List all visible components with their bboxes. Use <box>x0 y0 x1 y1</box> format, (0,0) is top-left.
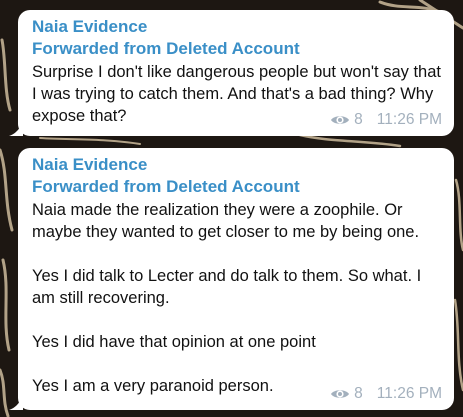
message-meta: 8 11:26 PM <box>330 111 442 129</box>
message-bubble[interactable]: Naia Evidence Forwarded from Deleted Acc… <box>9 10 454 136</box>
view-count: 8 <box>354 111 363 128</box>
message-time: 11:26 PM <box>376 111 442 128</box>
eye-icon <box>331 116 350 124</box>
sender-name[interactable]: Naia Evidence <box>32 154 442 176</box>
eye-icon <box>331 390 350 398</box>
message-meta: 8 11:26 PM <box>330 385 442 403</box>
sender-name[interactable]: Naia Evidence <box>32 16 442 38</box>
bubble-tail <box>9 122 23 136</box>
forwarded-from-label[interactable]: Forwarded from Deleted Account <box>32 38 442 60</box>
view-count: 8 <box>354 385 363 402</box>
message-bubble[interactable]: Naia Evidence Forwarded from Deleted Acc… <box>9 148 454 410</box>
forwarded-from-label[interactable]: Forwarded from Deleted Account <box>32 176 442 198</box>
message-text: Naia made the realization they were a zo… <box>32 201 422 395</box>
bubble-tail <box>9 396 23 410</box>
message-time: 11:26 PM <box>376 385 442 402</box>
